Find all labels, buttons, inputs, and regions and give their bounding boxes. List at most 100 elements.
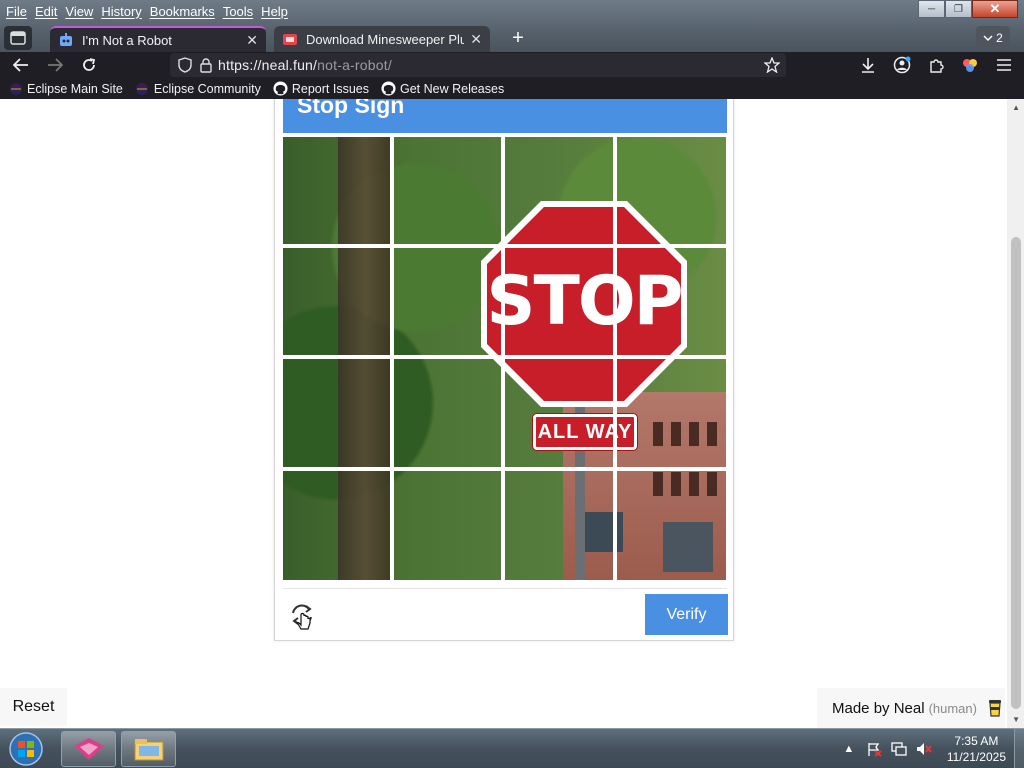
taskbar-clock[interactable]: 7:35 AM 11/21/2025 <box>947 733 1006 765</box>
shield-icon <box>178 57 192 73</box>
grid-cell-r4c1[interactable] <box>283 471 390 578</box>
tab-overview-icon <box>10 31 26 45</box>
bookmark-label: Eclipse Community <box>153 81 261 96</box>
bookmark-eclipse-main[interactable]: Eclipse Main Site <box>8 81 123 96</box>
back-arrow-icon <box>13 58 28 72</box>
show-hidden-icons-icon[interactable]: ▲ <box>841 741 857 757</box>
new-tab-button[interactable]: + <box>506 28 530 50</box>
refresh-captcha-icon[interactable] <box>289 602 315 632</box>
bookmark-star-icon[interactable] <box>764 57 780 73</box>
colorful-extension-button[interactable] <box>960 55 980 75</box>
bookmark-eclipse-community[interactable]: Eclipse Community <box>135 81 261 96</box>
menu-history[interactable]: History <box>99 4 147 19</box>
reload-button[interactable] <box>78 55 100 75</box>
hamburger-menu-icon <box>997 59 1011 71</box>
clock-time: 7:35 AM <box>954 734 999 748</box>
captcha-divider <box>283 588 727 589</box>
extensions-button[interactable] <box>926 55 946 75</box>
url-text: https://neal.fun/not-a-robot/ <box>218 57 392 73</box>
tab-count-button[interactable]: 2 <box>976 26 1010 50</box>
grid-cell-r2c4[interactable] <box>617 248 724 355</box>
grid-cell-r3c1[interactable] <box>283 359 390 466</box>
reload-icon <box>83 58 96 71</box>
menu-bar: File Edit View History Bookmarks Tools H… <box>0 0 294 22</box>
tab-label: Download Minesweeper Plus by <box>306 31 465 47</box>
taskbar-app-browser[interactable] <box>61 731 116 767</box>
network-icon[interactable] <box>891 741 907 757</box>
grid-cell-r2c1[interactable] <box>283 248 390 355</box>
downloads-button[interactable] <box>858 55 878 75</box>
minimize-button[interactable]: ─ <box>918 0 945 18</box>
grid-cell-r3c2[interactable] <box>394 359 501 466</box>
tab-count: 2 <box>996 31 1003 45</box>
grid-cell-r1c1[interactable] <box>283 137 390 244</box>
grid-cell-r1c4[interactable] <box>617 137 724 244</box>
robot-icon <box>60 33 72 46</box>
grid-cell-r3c4[interactable] <box>617 359 724 466</box>
captcha-header: Stop Sign <box>283 99 727 133</box>
grid-cell-r3c3[interactable] <box>505 359 612 466</box>
url-path: not-a-robot/ <box>317 57 392 73</box>
grid-cell-r4c4[interactable] <box>617 471 724 578</box>
grid-cell-r4c2[interactable] <box>394 471 501 578</box>
windows-taskbar: ▲ 7:35 AM 11/21/2025 <box>0 728 1024 768</box>
app-menu-button[interactable] <box>994 55 1014 75</box>
grid-cell-r1c2[interactable] <box>394 137 501 244</box>
made-by-subtext: (human) <box>928 700 977 716</box>
coffee-cup-icon <box>988 700 1001 717</box>
made-by-badge[interactable]: Made by Neal (human) <box>817 688 1005 728</box>
tab-not-a-robot[interactable]: I'm Not a Robot ✕ <box>50 26 266 52</box>
scroll-up-icon[interactable]: ▲ <box>1012 103 1020 112</box>
grid-cell-r2c3[interactable] <box>505 248 612 355</box>
grid-cell-r1c3[interactable] <box>505 137 612 244</box>
eclipse-icon <box>8 81 23 96</box>
menu-bookmarks[interactable]: Bookmarks <box>148 4 221 19</box>
bookmark-report-issues[interactable]: Report Issues <box>273 81 369 96</box>
close-tab-icon[interactable]: ✕ <box>246 32 258 49</box>
start-orb-icon[interactable] <box>6 731 46 767</box>
address-bar[interactable]: https://neal.fun/not-a-robot/ <box>170 53 786 77</box>
browser-app-icon <box>73 738 104 760</box>
menu-help[interactable]: Help <box>259 4 294 19</box>
grid-cell-r4c3[interactable] <box>505 471 612 578</box>
download-site-icon <box>283 34 297 45</box>
clock-date: 11/21/2025 <box>946 750 1006 764</box>
close-window-button[interactable]: ✕ <box>972 0 1018 18</box>
account-button[interactable] <box>892 55 912 75</box>
taskbar-app-explorer[interactable] <box>121 731 176 767</box>
grid-cell-r2c2[interactable] <box>394 248 501 355</box>
eclipse-icon <box>135 81 150 96</box>
chevron-down-icon <box>983 35 993 42</box>
captcha-box: Stop Sign STOP ALL WAY Verify <box>274 99 734 641</box>
action-center-flag-icon[interactable] <box>866 741 882 757</box>
url-host: https://neal.fun/ <box>218 57 318 73</box>
extension-icon <box>963 59 977 72</box>
scroll-down-icon[interactable]: ▼ <box>1012 715 1020 724</box>
account-icon <box>893 56 911 74</box>
forward-button[interactable] <box>44 55 66 75</box>
lock-icon <box>200 57 212 73</box>
reset-button[interactable]: Reset <box>0 688 67 726</box>
close-tab-icon[interactable]: ✕ <box>470 31 482 48</box>
back-button[interactable] <box>10 55 32 75</box>
show-desktop-button[interactable] <box>1014 729 1024 768</box>
tab-minesweeper[interactable]: Download Minesweeper Plus by ✕ <box>274 26 490 52</box>
tab-overview-button[interactable] <box>4 26 32 50</box>
captcha-prompt: Stop Sign <box>297 99 405 118</box>
github-icon <box>381 81 396 96</box>
maximize-button[interactable]: ❐ <box>945 0 972 18</box>
forward-arrow-icon <box>48 58 63 72</box>
menu-edit[interactable]: Edit <box>33 4 63 19</box>
menu-view[interactable]: View <box>63 4 99 19</box>
bookmarks-toolbar: Eclipse Main Site Eclipse Community Repo… <box>0 78 1024 99</box>
menu-tools[interactable]: Tools <box>221 4 259 19</box>
browser-title-bar: File Edit View History Bookmarks Tools H… <box>0 0 1024 52</box>
menu-file[interactable]: File <box>4 4 33 19</box>
system-tray: ▲ 7:35 AM 11/21/2025 <box>841 729 1016 768</box>
volume-muted-icon[interactable] <box>916 741 932 757</box>
bookmark-get-new-releases[interactable]: Get New Releases <box>381 81 504 96</box>
verify-button[interactable]: Verify <box>645 594 728 635</box>
page-viewport: Stop Sign STOP ALL WAY Verify Reset Made… <box>0 99 1024 728</box>
scrollbar-thumb[interactable] <box>1011 237 1021 709</box>
page-scrollbar[interactable]: ▲ ▼ <box>1007 99 1024 728</box>
